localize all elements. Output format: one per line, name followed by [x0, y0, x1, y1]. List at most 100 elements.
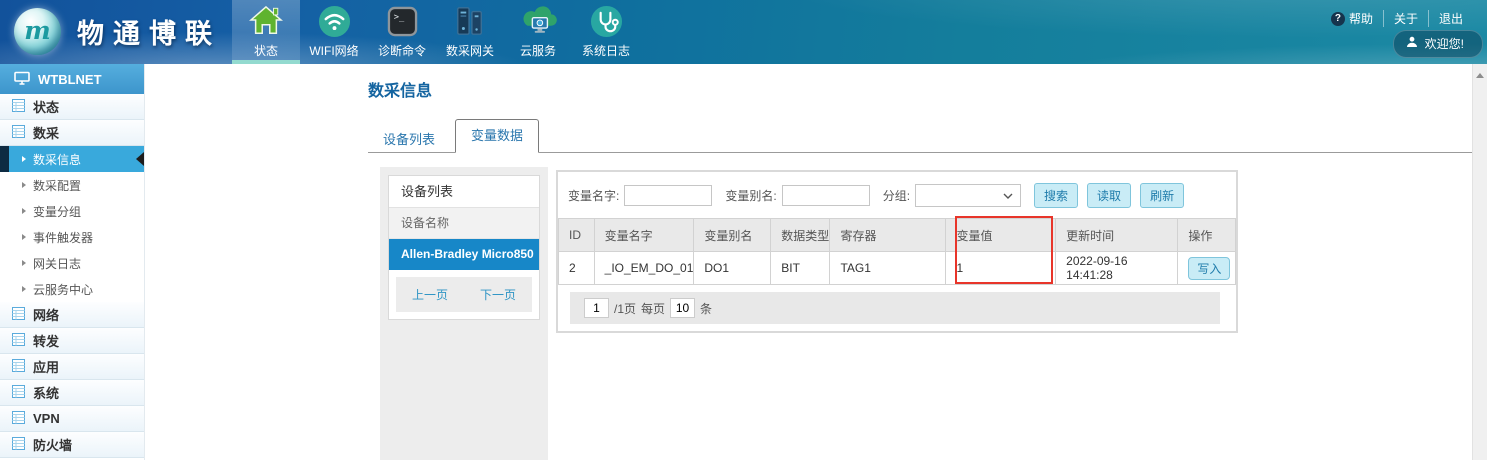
sidebar-item-status[interactable]: 状态: [0, 94, 144, 120]
list-icon: [12, 333, 25, 349]
nav-item-wifi[interactable]: WIFI网络: [300, 0, 368, 64]
per-page-input[interactable]: [670, 298, 695, 318]
search-button[interactable]: 搜索: [1034, 183, 1078, 208]
variable-name-input[interactable]: [624, 185, 712, 206]
tab-device-list[interactable]: 设备列表: [368, 127, 450, 153]
list-icon: [12, 385, 25, 401]
refresh-button[interactable]: 刷新: [1140, 183, 1184, 208]
tab-variable-data[interactable]: 变量数据: [455, 119, 539, 153]
nav-item-diagnostics[interactable]: >_ 诊断命令: [368, 0, 436, 64]
list-icon: [12, 99, 25, 115]
terminal-icon: >_: [387, 3, 418, 39]
sidebar-subitem-dacq-info[interactable]: 数采信息: [0, 146, 144, 172]
list-icon: [12, 359, 25, 375]
nav-item-gateway[interactable]: 数采网关: [436, 0, 504, 64]
page-total-label: /1页: [614, 300, 636, 317]
cell-updated-time: 2022-09-16 14:41:28: [1056, 252, 1178, 285]
write-button[interactable]: 写入: [1188, 257, 1230, 280]
brand-logo: m 物通博联: [14, 8, 221, 55]
sidebar-item-application[interactable]: 应用: [0, 354, 144, 380]
sidebar: WTBLNET 状态 数采 数采信息 数采配置 变量分组 事件触发器 网关日志 …: [0, 64, 145, 460]
cell-data-type: BIT: [771, 252, 830, 285]
nav-item-cloud[interactable]: 云服务: [504, 0, 572, 64]
pagination-bar: /1页 每页 条: [570, 292, 1220, 324]
list-icon: [12, 437, 25, 453]
about-link[interactable]: 关于: [1383, 10, 1428, 27]
device-row-selected[interactable]: Allen-Bradley Micro850: [389, 239, 539, 270]
nav-item-status[interactable]: 状态: [232, 0, 300, 64]
page-number-input[interactable]: [584, 298, 609, 318]
sidebar-item-vpn[interactable]: VPN: [0, 406, 144, 432]
sidebar-subitem-cloud-center[interactable]: 云服务中心: [0, 276, 144, 302]
sidebar-item-data-acquisition[interactable]: 数采: [0, 120, 144, 146]
sidebar-item-system[interactable]: 系统: [0, 380, 144, 406]
question-icon: ?: [1331, 12, 1345, 26]
sidebar-item-firewall[interactable]: 防火墙: [0, 432, 144, 458]
col-register: 寄存器: [830, 219, 946, 252]
read-button[interactable]: 读取: [1087, 183, 1131, 208]
sidebar-subitem-variable-group[interactable]: 变量分组: [0, 198, 144, 224]
col-variable-value: 变量值: [946, 219, 1056, 252]
nav-label: 数采网关: [446, 42, 494, 59]
welcome-badge[interactable]: 欢迎您!: [1393, 30, 1483, 58]
svg-text:>_: >_: [393, 12, 404, 22]
top-nav: 状态 WIFI网络 >_ 诊断命令 数采网关 云服务: [232, 0, 640, 64]
prev-page-link[interactable]: 上一页: [412, 286, 448, 303]
wifi-icon: [318, 3, 351, 39]
variable-name-label: 变量名字:: [568, 187, 619, 204]
nav-label: 云服务: [520, 42, 556, 59]
arrow-right-icon: [22, 234, 26, 240]
page-title: 数采信息: [368, 77, 432, 101]
monitor-icon: [14, 71, 30, 88]
help-link[interactable]: ? 帮助: [1321, 10, 1383, 27]
cell-action: 写入: [1178, 252, 1236, 285]
chevron-down-icon: [1003, 186, 1013, 204]
table-row: 2 _IO_EM_DO_01 DO1 BIT TAG1 1 2022-09-16…: [559, 252, 1236, 285]
cell-id: 2: [559, 252, 595, 285]
filter-toolbar: 变量名字: 变量别名: 分组: 搜索 读取 刷新: [568, 183, 1193, 207]
nav-label: 状态: [254, 42, 278, 59]
nav-label: 系统日志: [582, 42, 630, 59]
brand-name: 物通博联: [77, 12, 221, 51]
list-icon: [12, 307, 25, 323]
list-icon: [12, 411, 25, 427]
col-variable-name: 变量名字: [594, 219, 694, 252]
col-id: ID: [559, 219, 595, 252]
app-header: m 物通博联 状态 WIFI网络 >_ 诊断命令 数采网关: [0, 0, 1487, 64]
sidebar-item-network[interactable]: 网络: [0, 302, 144, 328]
sidebar-header: WTBLNET: [0, 64, 144, 94]
sidebar-subitem-event-trigger[interactable]: 事件触发器: [0, 224, 144, 250]
gateway-icon: [453, 3, 487, 39]
sidebar-subitem-gateway-log[interactable]: 网关日志: [0, 250, 144, 276]
group-label: 分组:: [883, 187, 910, 204]
cell-variable-value: 1: [946, 252, 1056, 285]
vertical-scrollbar[interactable]: [1472, 64, 1487, 460]
nav-label: 诊断命令: [378, 42, 426, 59]
col-updated-time: 更新时间: [1056, 219, 1178, 252]
nav-item-syslog[interactable]: 系统日志: [572, 0, 640, 64]
sidebar-title: WTBLNET: [38, 72, 102, 87]
variable-alias-input[interactable]: [782, 185, 870, 206]
unit-label: 条: [700, 300, 712, 317]
arrow-right-icon: [22, 260, 26, 266]
variable-data-panel: 变量名字: 变量别名: 分组: 搜索 读取 刷新 ID 变量名字 变量别名 数据…: [556, 170, 1238, 333]
cell-variable-name: _IO_EM_DO_01: [594, 252, 694, 285]
sidebar-item-forwarding[interactable]: 转发: [0, 328, 144, 354]
cloud-monitor-icon: [519, 3, 557, 39]
arrow-right-icon: [22, 286, 26, 292]
home-icon: [249, 3, 283, 39]
cell-variable-alias: DO1: [694, 252, 771, 285]
arrow-right-icon: [22, 208, 26, 214]
variable-table: ID 变量名字 变量别名 数据类型 寄存器 变量值 更新时间 操作 2 _IO_…: [558, 218, 1236, 285]
variable-alias-label: 变量别名:: [725, 187, 776, 204]
sidebar-subitem-dacq-config[interactable]: 数采配置: [0, 172, 144, 198]
logout-link[interactable]: 退出: [1428, 10, 1473, 27]
next-page-link[interactable]: 下一页: [480, 286, 516, 303]
group-select[interactable]: [915, 184, 1021, 207]
col-data-type: 数据类型: [771, 219, 830, 252]
logo-sphere-icon: m: [14, 8, 61, 55]
arrow-right-icon: [22, 156, 26, 162]
cell-register: TAG1: [830, 252, 946, 285]
per-page-label: 每页: [641, 300, 665, 317]
col-action: 操作: [1178, 219, 1236, 252]
